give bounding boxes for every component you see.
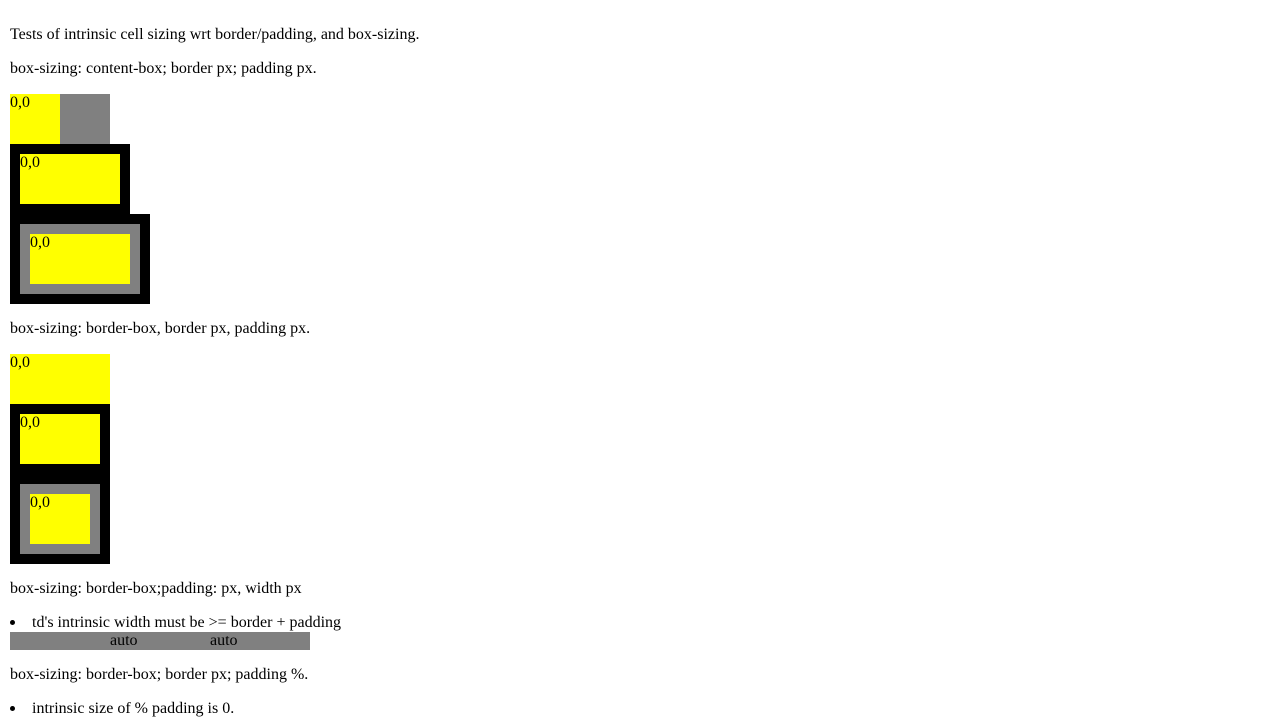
table-cell — [60, 94, 110, 144]
table-cell: 0,0 — [20, 414, 100, 464]
section-border-box-heading: box-sizing: border-box, border px, paddi… — [10, 320, 311, 337]
cell-label: 0,0 — [20, 154, 40, 171]
cell-label: 0,0 — [30, 234, 50, 251]
content-box-table-3: 0,0 — [10, 214, 150, 304]
width-table-row: auto auto — [10, 632, 310, 650]
cell-label: 0,0 — [30, 494, 50, 511]
section-content-box-heading: box-sizing: content-box; border px; padd… — [10, 60, 317, 77]
bullet-icon — [10, 620, 15, 625]
table-cell-border: 0,0 — [20, 484, 100, 554]
cell-label: 0,0 — [20, 414, 40, 431]
bullet-icon — [10, 706, 15, 711]
list-item: td's intrinsic width must be >= border +… — [32, 614, 342, 631]
border-box-table-3: 0,0 — [10, 474, 110, 564]
cell-label: 0,0 — [10, 94, 30, 111]
cell-label: 0,0 — [10, 354, 30, 371]
table-cell: auto — [110, 632, 138, 649]
list-item: intrinsic size of % padding is 0. — [32, 700, 235, 717]
border-box-table-2: 0,0 — [10, 404, 110, 474]
table-cell: 0,0 — [30, 234, 130, 284]
border-box-table-1: 0,0 — [10, 354, 110, 404]
table-cell: auto — [210, 632, 238, 649]
table-cell-border: 0,0 — [20, 224, 140, 294]
table-cell: 0,0 — [20, 154, 120, 204]
section-border-box-percent-heading: box-sizing: border-box; border px; paddi… — [10, 666, 309, 683]
section-border-box-width-heading: box-sizing: border-box;padding: px, widt… — [10, 580, 302, 597]
intro-text: Tests of intrinsic cell sizing wrt borde… — [10, 26, 420, 43]
table-cell: 0,0 — [10, 94, 60, 144]
table-cell: 0,0 — [30, 494, 90, 544]
content-box-table-2: 0,0 — [10, 144, 130, 214]
